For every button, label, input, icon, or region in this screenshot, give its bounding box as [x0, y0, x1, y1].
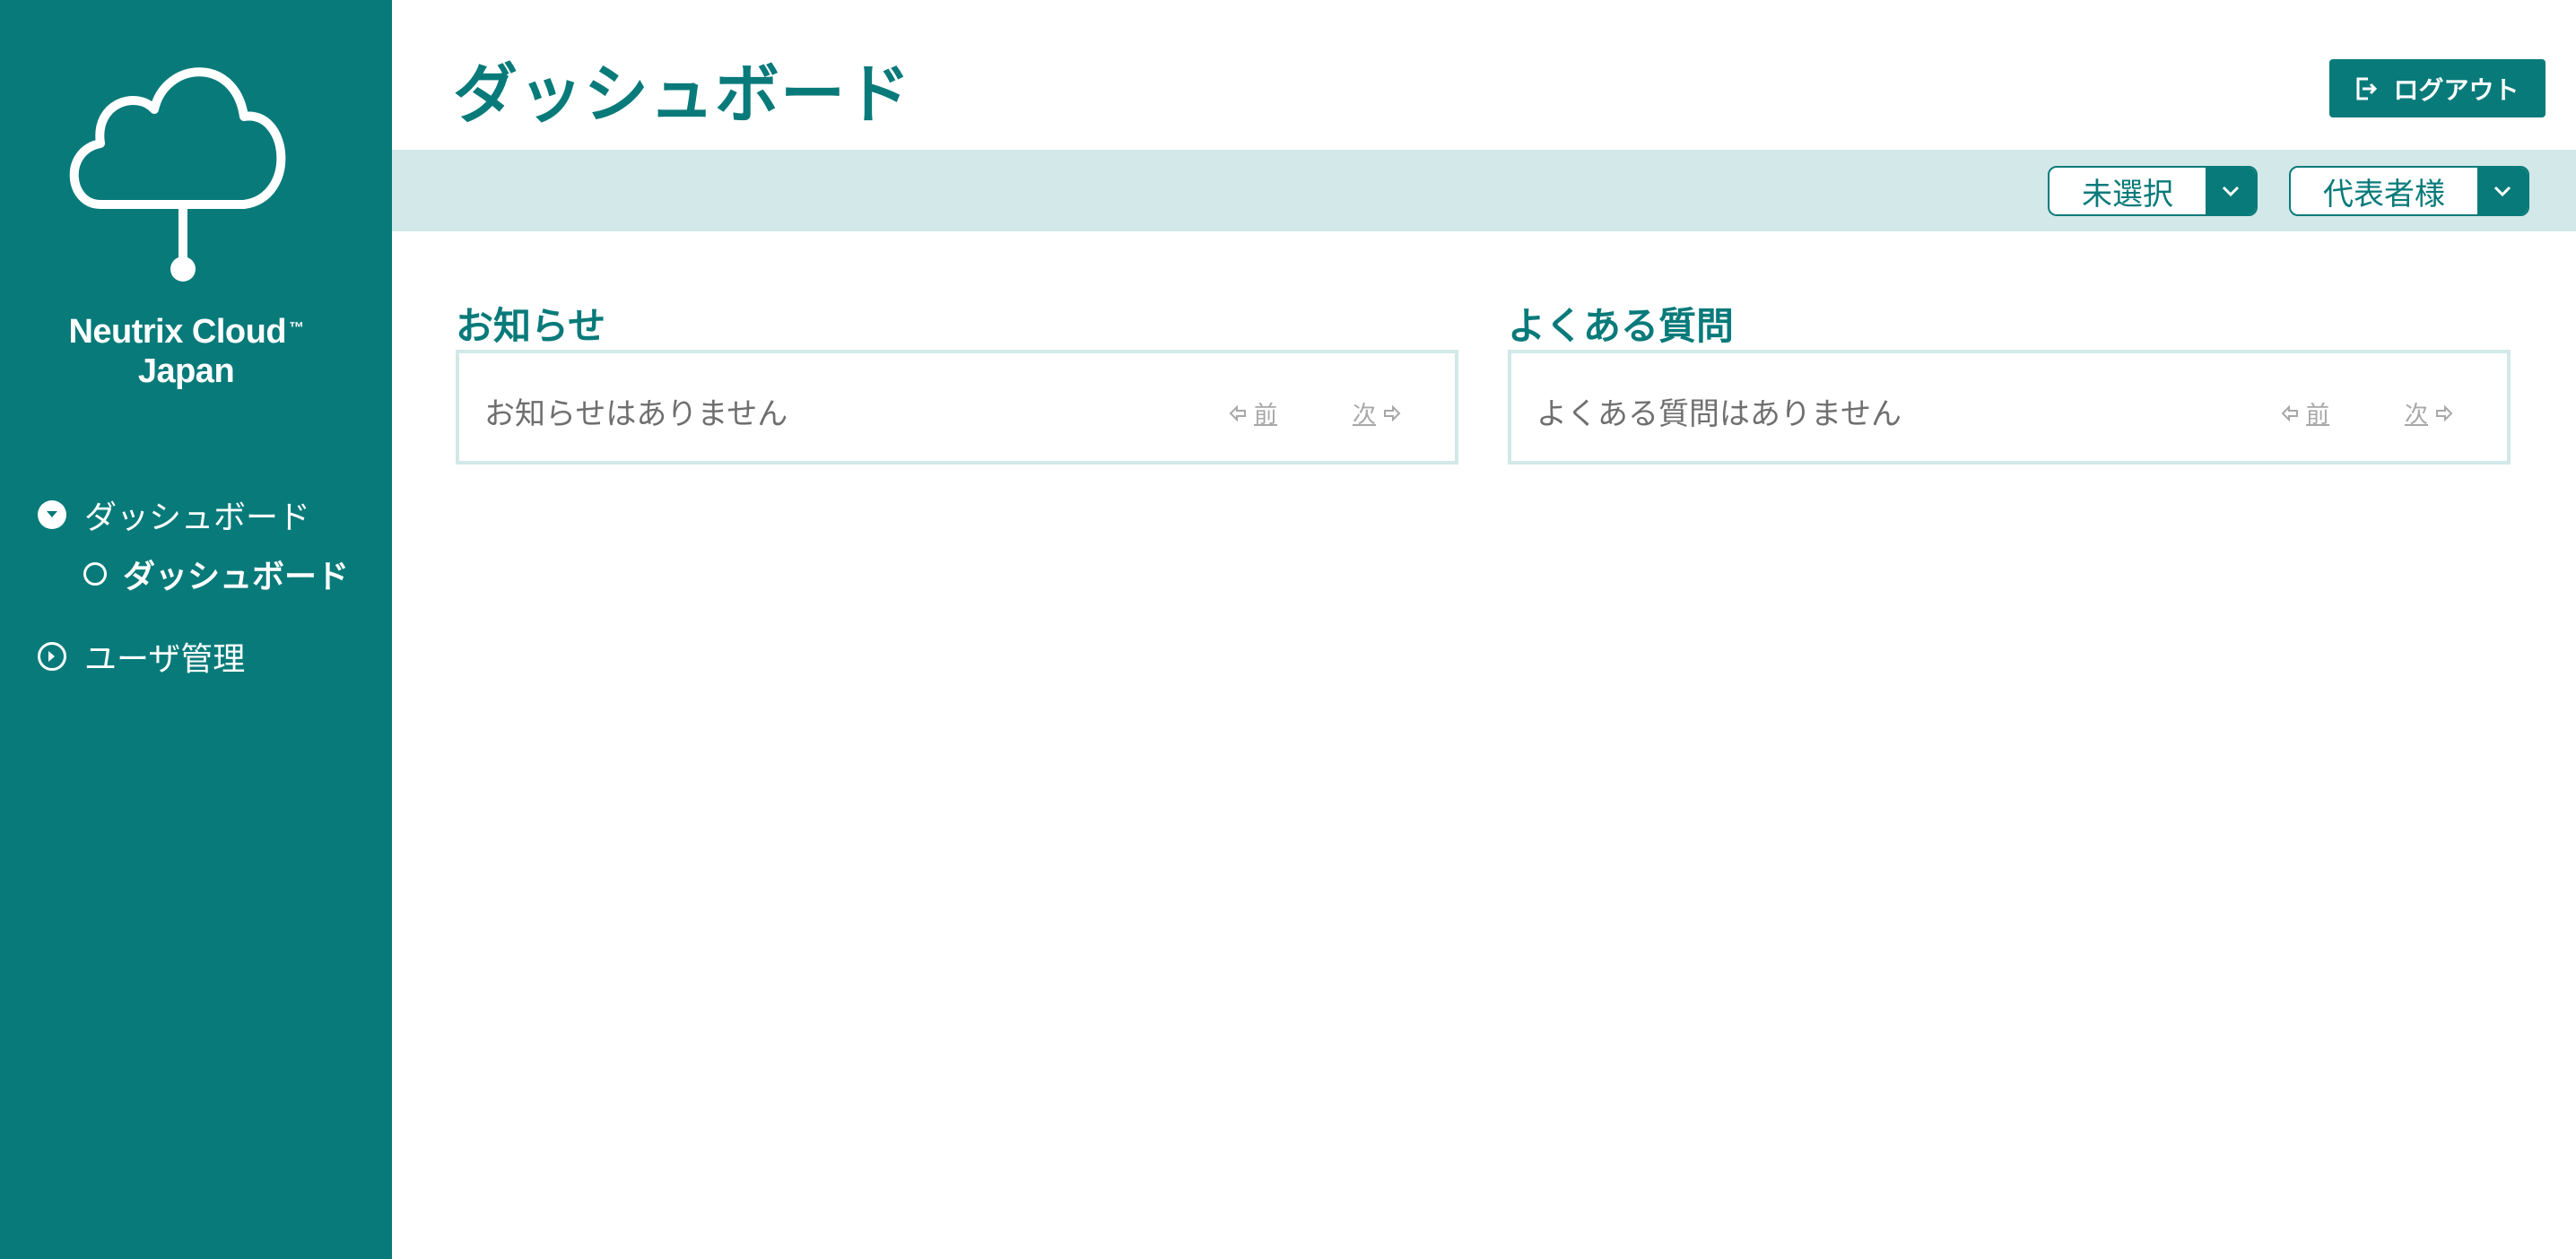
sidebar-item-label: ユーザ管理 — [84, 641, 246, 678]
news-panel: お知らせはありません 前 次 — [456, 350, 1458, 465]
account-select[interactable]: 代表者様 — [2289, 166, 2529, 216]
arrow-left-icon — [2281, 404, 2298, 421]
faq-title: よくある質問 — [1508, 304, 1735, 348]
news-next-button[interactable]: 次 — [1353, 396, 1408, 430]
faq-panel: よくある質問はありません 前 次 — [1508, 350, 2511, 465]
news-prev-button[interactable]: 前 — [1222, 396, 1277, 430]
trademark-symbol: ™ — [289, 319, 304, 336]
faq-next-button[interactable]: 次 — [2405, 396, 2460, 430]
news-title: お知らせ — [456, 304, 606, 348]
arrow-right-icon — [2436, 404, 2453, 421]
arrow-right-icon — [1384, 404, 1401, 421]
faq-empty-message: よくある質問はありません — [1536, 396, 1902, 432]
logout-button[interactable]: ログアウト — [2329, 59, 2546, 117]
news-prev-label: 前 — [1254, 402, 1278, 429]
logout-icon — [2356, 77, 2378, 100]
sidebar-item-label: ダッシュボード — [84, 499, 311, 536]
brand-line1: Neutrix Cloud — [68, 313, 287, 351]
account-select-value: 代表者様 — [2323, 176, 2445, 213]
chevron-down-circle-icon — [38, 500, 66, 529]
circle-outline-icon — [83, 562, 107, 586]
status-select[interactable]: 未選択 — [2048, 166, 2258, 216]
arrow-left-icon — [1229, 404, 1246, 421]
chevron-right-circle-icon — [38, 642, 66, 671]
brand-line2: Japan — [137, 352, 235, 390]
faq-prev-button[interactable]: 前 — [2274, 396, 2329, 430]
news-next-label: 次 — [1353, 402, 1377, 429]
sidebar: Neutrix Cloud ™ Japan ダッシュボード ダッシュボード ユーザ… — [0, 0, 392, 1259]
sidebar-item-label: ダッシュボード — [123, 559, 350, 595]
sidebar-item-user-management[interactable]: ユーザ管理 — [38, 633, 245, 680]
page-title: ダッシュボード — [453, 56, 912, 132]
brand-name: Neutrix Cloud ™ Japan — [0, 312, 372, 391]
sidebar-item-dashboard[interactable]: ダッシュボード — [83, 551, 349, 597]
status-select-value: 未選択 — [2082, 176, 2173, 213]
logout-label: ログアウト — [2393, 74, 2519, 105]
news-empty-message: お知らせはありません — [484, 396, 788, 432]
chevron-down-icon — [2477, 168, 2528, 214]
cloud-logo-icon — [69, 67, 286, 282]
sidebar-item-dashboard-group[interactable]: ダッシュボード — [38, 491, 310, 538]
faq-next-label: 次 — [2405, 402, 2429, 429]
faq-prev-label: 前 — [2306, 402, 2330, 429]
chevron-down-icon — [2206, 168, 2256, 214]
